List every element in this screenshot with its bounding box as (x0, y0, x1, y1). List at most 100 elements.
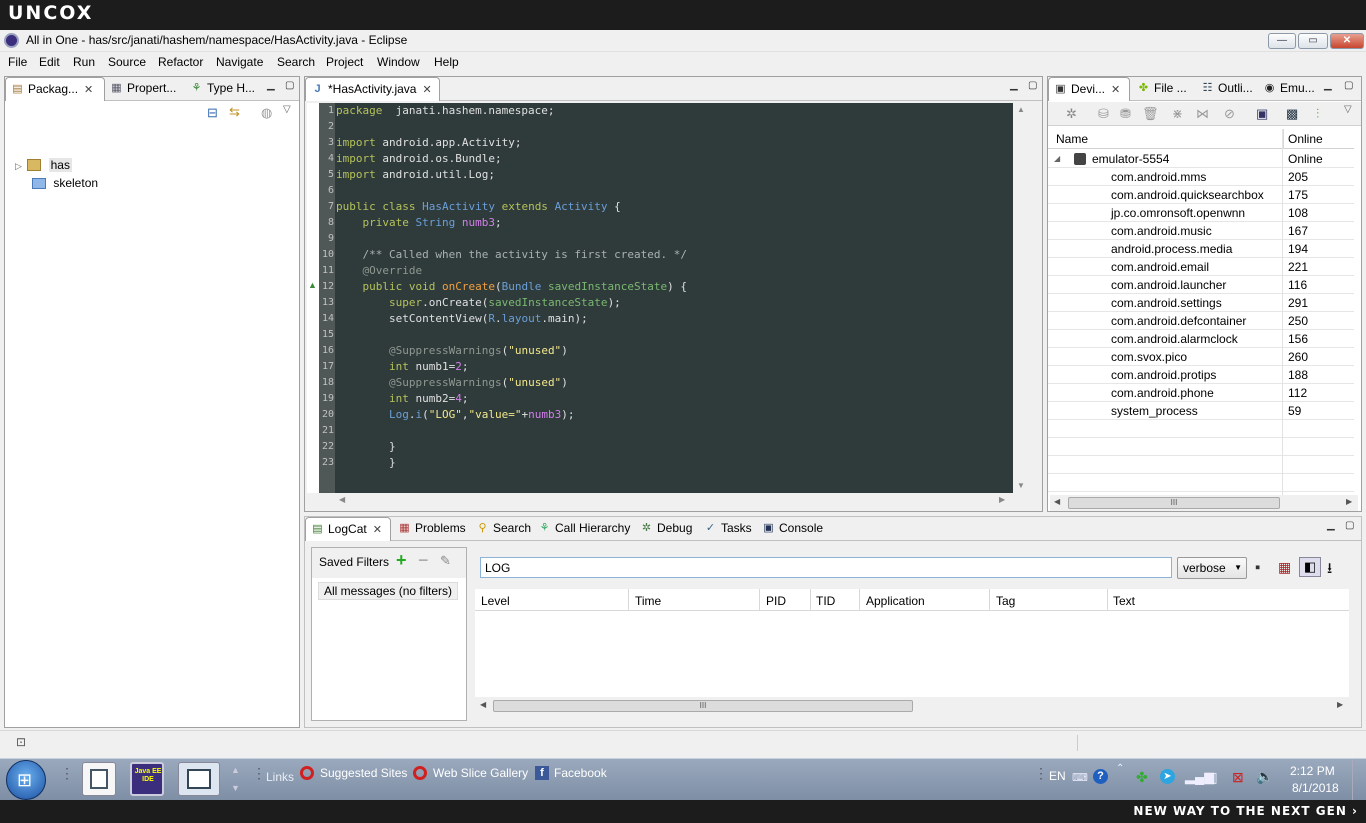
menu-refactor[interactable]: Refactor (158, 55, 203, 69)
menu-source[interactable]: Source (108, 55, 146, 69)
menu-run[interactable]: Run (73, 55, 95, 69)
code-line[interactable]: import android.util.Log; (336, 167, 495, 183)
code-line[interactable]: public void onCreate(Bundle savedInstanc… (336, 279, 688, 295)
process-row[interactable]: com.android.defcontainer 250 (1048, 312, 1354, 330)
close-icon[interactable]: ✕ (422, 84, 431, 96)
clock-time[interactable]: 2:12 PM (1290, 764, 1335, 778)
log-search-input[interactable] (480, 557, 1172, 578)
edit-filter-icon[interactable]: ✎ (440, 553, 451, 569)
minimize-view-icon[interactable]: ▁ (1327, 520, 1335, 531)
notification-arrow-icon[interactable]: ⌃ (1116, 763, 1124, 774)
column-name[interactable]: Name (1056, 132, 1088, 146)
tab-problems[interactable]: ▦ Problems (393, 517, 469, 541)
column-level[interactable]: Level (481, 594, 510, 608)
code-line[interactable]: } (336, 455, 396, 471)
tab-hasactivity-java[interactable]: J *HasActivity.java ✕ (305, 77, 440, 101)
maximize-view-icon[interactable]: ▢ (1345, 520, 1354, 531)
process-row[interactable]: com.android.launcher 116 (1048, 276, 1354, 294)
collapse-all-icon[interactable]: ⊟ (207, 105, 218, 121)
tab-search[interactable]: ⚲ Search (471, 517, 531, 541)
clear-log-icon[interactable]: ▦ (1278, 559, 1291, 576)
taskbar-eclipse-icon[interactable]: Java EE IDE (130, 762, 164, 796)
menu-project[interactable]: Project (326, 55, 363, 69)
update-heap-icon[interactable]: ⛁ (1098, 106, 1109, 122)
column-application[interactable]: Application (866, 594, 925, 608)
process-row[interactable]: android.process.media 194 (1048, 240, 1354, 258)
menu-search[interactable]: Search (277, 55, 315, 69)
tab-emulator-control[interactable]: ◉ Emu... (1258, 77, 1320, 101)
view-menu-icon[interactable]: ▽ (1344, 104, 1352, 115)
tree-item-has[interactable]: ▷ has (15, 157, 72, 174)
clock-date[interactable]: 8/1/2018 (1292, 781, 1339, 795)
close-icon[interactable]: ✕ (373, 524, 382, 536)
telegram-icon[interactable]: ➤ (1160, 769, 1175, 784)
code-line[interactable]: int numb1=2; (336, 359, 469, 375)
save-icon[interactable]: ▪ (1255, 559, 1260, 576)
code-line[interactable]: } (336, 439, 396, 455)
code-line[interactable]: setContentView(R.layout.main); (336, 311, 588, 327)
taskbar-scroll-icon[interactable]: ▲ ▼ (231, 761, 240, 797)
process-row[interactable]: com.android.protips 188 (1048, 366, 1354, 384)
tab-logcat[interactable]: ▤ LogCat ✕ (305, 517, 391, 541)
tab-devices[interactable]: ▣ Devi... ✕ (1048, 77, 1130, 101)
cause-gc-icon[interactable]: 🗑 (1142, 106, 1159, 122)
close-icon[interactable]: ✕ (84, 84, 93, 96)
tab-debug[interactable]: ✲ Debug (635, 517, 697, 541)
scroll-lock-icon[interactable]: ⭳ (1327, 558, 1332, 583)
start-method-profiling-icon[interactable]: ⋈ (1196, 106, 1209, 122)
update-threads-icon[interactable]: ⋇ (1172, 106, 1183, 122)
tab-file-explorer[interactable]: ✤ File ... (1132, 77, 1194, 101)
menu-navigate[interactable]: Navigate (216, 55, 263, 69)
debug-process-icon[interactable]: ✲ (1066, 106, 1077, 122)
code-line[interactable]: private String numb3; (336, 215, 502, 231)
tab-outline[interactable]: ☷ Outli... (1196, 77, 1258, 101)
devices-horizontal-scrollbar[interactable]: ◀ III ▶ (1050, 495, 1358, 511)
tab-type-hierarchy[interactable]: ⚘ Type H... (185, 77, 263, 101)
column-tag[interactable]: Tag (996, 594, 1015, 608)
process-row[interactable]: com.android.mms 205 (1048, 168, 1354, 186)
close-icon[interactable]: ✕ (1111, 84, 1120, 96)
column-pid[interactable]: PID (766, 594, 786, 608)
code-line[interactable]: package janati.hashem.namespace; (336, 103, 555, 119)
minimize-button[interactable]: — (1268, 33, 1296, 49)
tab-console[interactable]: ▣ Console (757, 517, 829, 541)
tab-call-hierarchy[interactable]: ⚘ Call Hierarchy (533, 517, 635, 541)
tree-item-skeleton[interactable]: skeleton (32, 175, 98, 192)
menu-edit[interactable]: Edit (39, 55, 60, 69)
process-row[interactable]: com.android.music 167 (1048, 222, 1354, 240)
device-row[interactable]: ◢ emulator-5554 Online (1048, 150, 1354, 168)
maximize-view-icon[interactable]: ▢ (285, 80, 294, 91)
link-suggested-sites[interactable]: Suggested Sites (320, 766, 407, 780)
code-line[interactable]: int numb2=4; (336, 391, 469, 407)
device-tray-icon[interactable]: ▯ (1210, 769, 1218, 786)
language-indicator[interactable]: EN (1049, 769, 1066, 783)
code-line[interactable]: @SuppressWarnings("unused") (336, 343, 568, 359)
process-row[interactable]: com.android.settings 291 (1048, 294, 1354, 312)
taskbar-window-icon[interactable] (178, 762, 220, 796)
menu-help[interactable]: Help (434, 55, 459, 69)
scroll-thumb[interactable]: III (1068, 497, 1280, 509)
stop-process-icon[interactable]: ⊘ (1224, 106, 1235, 122)
log-level-select[interactable]: verbose ▼ (1177, 557, 1247, 579)
network-status-icon[interactable]: ⊠ (1232, 769, 1244, 786)
tab-tasks[interactable]: ✓ Tasks (699, 517, 755, 541)
taskbar-notepad-icon[interactable] (82, 762, 116, 796)
view-menu-icon[interactable]: ▽ (283, 104, 291, 115)
editor-horizontal-scrollbar[interactable]: ◀ ▶ (319, 493, 1013, 509)
maximize-view-icon[interactable]: ▢ (1344, 80, 1353, 91)
all-messages-filter[interactable]: All messages (no filters) (318, 582, 459, 600)
process-row[interactable]: jp.co.omronsoft.openwnn 108 (1048, 204, 1354, 222)
process-row[interactable]: com.svox.pico 260 (1048, 348, 1354, 366)
code-line[interactable]: super.onCreate(savedInstanceState); (336, 295, 621, 311)
systrace-icon[interactable]: ⫶ (1316, 106, 1319, 122)
volume-icon[interactable]: 🔈 (1256, 768, 1273, 785)
expand-arrow-icon[interactable]: ▷ (15, 161, 22, 171)
editor-vertical-scrollbar[interactable]: ▲ ▼ (1015, 103, 1029, 493)
code-line[interactable]: Log.i("LOG","value="+numb3); (336, 407, 574, 423)
process-row[interactable]: com.android.quicksearchbox 175 (1048, 186, 1354, 204)
code-line[interactable]: /** Called when the activity is first cr… (336, 247, 688, 263)
toggle-filters-icon[interactable]: ◧ (1299, 557, 1321, 577)
code-line[interactable]: @SuppressWarnings("unused") (336, 375, 568, 391)
network-app-icon[interactable]: ✤ (1136, 769, 1148, 786)
show-desktop-button[interactable] (1352, 759, 1366, 801)
